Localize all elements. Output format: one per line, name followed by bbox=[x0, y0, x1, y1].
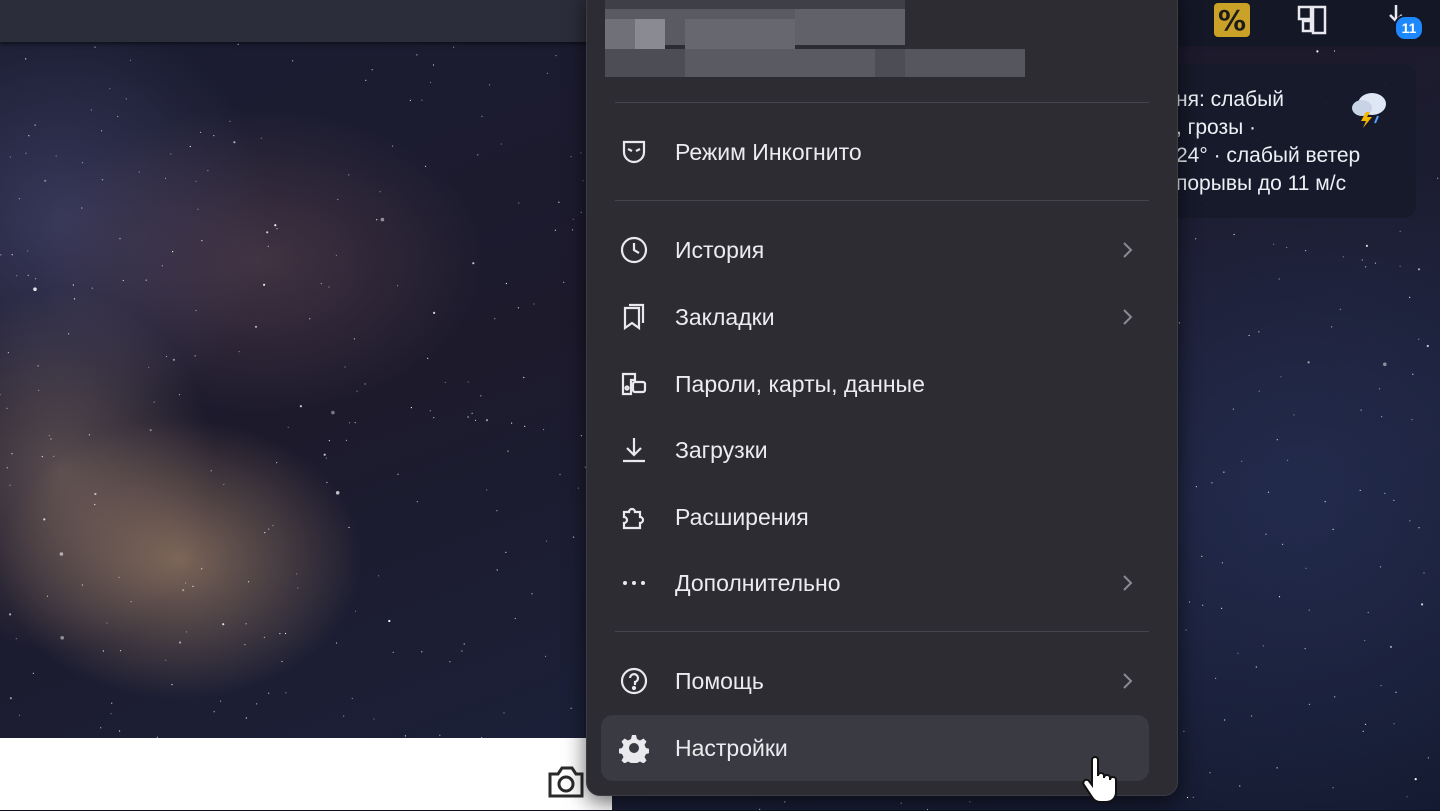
content-panel bbox=[0, 738, 612, 810]
downloads-count-badge: 11 bbox=[1394, 15, 1424, 41]
menu-separator bbox=[615, 102, 1149, 103]
chevron-right-icon bbox=[1117, 671, 1137, 691]
menu-item-label: Загрузки bbox=[675, 436, 768, 463]
menu-item-history[interactable]: История bbox=[601, 220, 1149, 280]
menu-item-extensions[interactable]: Расширения bbox=[601, 487, 1149, 547]
menu-item-label: Настройки bbox=[675, 734, 788, 761]
passwords-icon bbox=[619, 369, 649, 399]
menu-item-label: Режим Инкогнито bbox=[675, 138, 862, 165]
menu-separator bbox=[615, 200, 1149, 201]
profile-info-blurred[interactable] bbox=[605, 0, 1025, 79]
menu-item-settings[interactable]: Настройки bbox=[601, 715, 1149, 781]
menu-item-label: Дополнительно bbox=[675, 569, 841, 596]
menu-item-label: Закладки bbox=[675, 303, 775, 330]
menu-item-help[interactable]: Помощь bbox=[601, 651, 1149, 711]
menu-item-label: История bbox=[675, 236, 765, 263]
svg-text:%: % bbox=[1218, 4, 1246, 37]
menu-item-downloads[interactable]: Загрузки bbox=[601, 420, 1149, 480]
puzzle-icon bbox=[619, 502, 649, 532]
discount-percent-icon[interactable]: % bbox=[1212, 0, 1252, 40]
clock-icon bbox=[619, 235, 649, 265]
menu-separator bbox=[615, 631, 1149, 632]
menu-item-bookmarks[interactable]: Закладки bbox=[601, 287, 1149, 347]
thunderstorm-cloud-icon bbox=[1350, 90, 1390, 133]
extension-stack-icon[interactable] bbox=[1292, 0, 1332, 40]
camera-search-icon[interactable] bbox=[544, 762, 588, 807]
menu-item-label: Расширения bbox=[675, 503, 809, 530]
menu-item-label: Пароли, карты, данные bbox=[675, 370, 925, 397]
gear-icon bbox=[619, 733, 649, 763]
download-icon bbox=[619, 435, 649, 465]
menu-item-passwords[interactable]: Пароли, карты, данные bbox=[601, 354, 1149, 414]
browser-main-menu: Режим Инкогнито История Закладки Пароли,… bbox=[586, 0, 1178, 796]
weather-widget[interactable]: ня: слабый , грозы · 24° · слабый ветер … bbox=[1150, 64, 1416, 218]
more-dots-icon bbox=[619, 568, 649, 598]
help-circle-icon bbox=[619, 666, 649, 696]
menu-item-label: Помощь bbox=[675, 667, 764, 694]
chevron-right-icon bbox=[1117, 240, 1137, 260]
menu-item-more[interactable]: Дополнительно bbox=[601, 553, 1149, 613]
menu-item-incognito[interactable]: Режим Инкогнито bbox=[601, 122, 1149, 182]
incognito-mask-icon bbox=[619, 137, 649, 167]
bookmarks-icon bbox=[619, 302, 649, 332]
chevron-right-icon bbox=[1117, 573, 1137, 593]
hand-cursor-icon bbox=[1080, 756, 1120, 811]
chevron-right-icon bbox=[1117, 307, 1137, 327]
